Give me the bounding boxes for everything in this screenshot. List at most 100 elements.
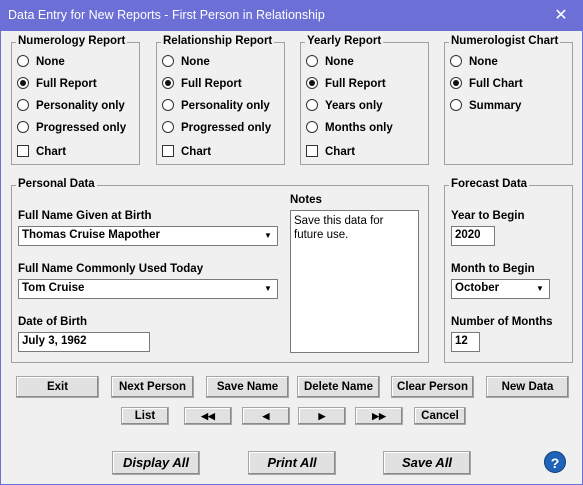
relationship-full-report-radio[interactable]: Full Report: [162, 76, 242, 92]
month-to-begin-combobox[interactable]: October ▼: [451, 279, 550, 299]
common-name-label: Full Name Commonly Used Today: [18, 263, 204, 275]
yearly-chart-checkbox[interactable]: Chart: [306, 144, 355, 160]
radio-icon: [17, 99, 29, 111]
forecast-data-title: Forecast Data: [449, 178, 530, 190]
option-label: Chart: [36, 146, 67, 158]
relationship-personality-radio[interactable]: Personality only: [162, 98, 270, 114]
next-person-button[interactable]: Next Person: [111, 376, 194, 398]
relationship-chart-checkbox[interactable]: Chart: [162, 144, 211, 160]
last-record-button[interactable]: ▶▶: [355, 407, 403, 425]
radio-icon: [450, 99, 462, 111]
month-to-begin-label: Month to Begin: [451, 263, 535, 275]
numerology-chart-checkbox[interactable]: Chart: [17, 144, 66, 160]
save-name-button[interactable]: Save Name: [206, 376, 289, 398]
radio-checked-icon: [162, 77, 174, 89]
yearly-report-title: Yearly Report: [305, 35, 384, 47]
radio-checked-icon: [306, 77, 318, 89]
option-label: Chart: [325, 146, 356, 158]
notes-label: Notes: [290, 194, 322, 206]
option-label: Progressed only: [36, 122, 127, 134]
dob-value: July 3, 1962: [22, 335, 87, 347]
numerologist-chart-title: Numerologist Chart: [449, 35, 561, 47]
next-record-button[interactable]: ▶: [298, 407, 346, 425]
common-name-combobox[interactable]: Tom Cruise ▼: [18, 279, 278, 299]
dob-label: Date of Birth: [18, 316, 87, 328]
save-all-button[interactable]: Save All: [383, 451, 471, 475]
numerology-report-group: Numerology Report None Full Report Perso…: [11, 35, 140, 165]
birth-name-combobox[interactable]: Thomas Cruise Mapother ▼: [18, 226, 278, 246]
chevron-down-icon[interactable]: ▼: [260, 228, 276, 244]
option-label: None: [469, 56, 498, 68]
option-label: Full Report: [325, 78, 386, 90]
numerology-full-report-radio[interactable]: Full Report: [17, 76, 97, 92]
chevron-down-icon[interactable]: ▼: [532, 281, 548, 297]
display-all-button[interactable]: Display All: [112, 451, 200, 475]
numerology-progressed-radio[interactable]: Progressed only: [17, 120, 126, 136]
number-of-months-label: Number of Months: [451, 316, 553, 328]
checkbox-icon: [17, 145, 29, 157]
notes-value: Save this data for future use.: [294, 215, 384, 241]
previous-record-button[interactable]: ◀: [242, 407, 290, 425]
numerology-none-radio[interactable]: None: [17, 54, 65, 70]
option-label: Full Report: [181, 78, 242, 90]
numerologist-chart-group: Numerologist Chart None Full Chart Summa…: [444, 35, 573, 165]
yearly-report-group: Yearly Report None Full Report Years onl…: [300, 35, 429, 165]
yearly-full-report-radio[interactable]: Full Report: [306, 76, 386, 92]
relationship-report-title: Relationship Report: [161, 35, 275, 47]
help-icon[interactable]: ?: [544, 451, 566, 473]
dob-input[interactable]: July 3, 1962: [18, 332, 150, 352]
title-bar: Data Entry for New Reports - First Perso…: [1, 1, 582, 31]
close-icon[interactable]: ✕: [540, 1, 582, 31]
year-value: 2020: [455, 229, 481, 241]
option-label: Progressed only: [181, 122, 272, 134]
window-title: Data Entry for New Reports - First Perso…: [8, 8, 325, 22]
checkbox-icon: [162, 145, 174, 157]
personal-data-title: Personal Data: [16, 178, 97, 190]
yearly-months-only-radio[interactable]: Months only: [306, 120, 393, 136]
year-to-begin-input[interactable]: 2020: [451, 226, 495, 246]
birth-name-label: Full Name Given at Birth: [18, 210, 152, 222]
yearly-years-only-radio[interactable]: Years only: [306, 98, 383, 114]
chevron-down-icon[interactable]: ▼: [260, 281, 276, 297]
radio-icon: [17, 55, 29, 67]
option-label: Months only: [325, 122, 393, 134]
option-label: None: [36, 56, 65, 68]
list-button[interactable]: List: [121, 407, 169, 425]
new-data-button[interactable]: New Data: [486, 376, 569, 398]
radio-icon: [306, 99, 318, 111]
clear-person-button[interactable]: Clear Person: [391, 376, 474, 398]
radio-icon: [306, 55, 318, 67]
checkbox-icon: [306, 145, 318, 157]
option-label: None: [181, 56, 210, 68]
option-label: Personality only: [36, 100, 125, 112]
relationship-progressed-radio[interactable]: Progressed only: [162, 120, 271, 136]
numerology-report-title: Numerology Report: [16, 35, 128, 47]
option-label: Summary: [469, 100, 522, 112]
option-label: Personality only: [181, 100, 270, 112]
number-of-months-input[interactable]: 12: [451, 332, 480, 352]
chart-none-radio[interactable]: None: [450, 54, 498, 70]
first-record-button[interactable]: ◀◀: [184, 407, 232, 425]
option-label: None: [325, 56, 354, 68]
yearly-none-radio[interactable]: None: [306, 54, 354, 70]
radio-icon: [162, 121, 174, 133]
cancel-button[interactable]: Cancel: [414, 407, 466, 425]
delete-name-button[interactable]: Delete Name: [297, 376, 380, 398]
relationship-none-radio[interactable]: None: [162, 54, 210, 70]
exit-button[interactable]: Exit: [16, 376, 99, 398]
notes-textarea[interactable]: Save this data for future use.: [290, 210, 419, 353]
radio-icon: [162, 55, 174, 67]
print-all-button[interactable]: Print All: [248, 451, 336, 475]
numerology-personality-radio[interactable]: Personality only: [17, 98, 125, 114]
chart-summary-radio[interactable]: Summary: [450, 98, 521, 114]
chart-full-chart-radio[interactable]: Full Chart: [450, 76, 523, 92]
option-label: Years only: [325, 100, 383, 112]
birth-name-value: Thomas Cruise Mapother: [22, 229, 161, 241]
months-value: 12: [455, 335, 468, 347]
radio-checked-icon: [17, 77, 29, 89]
radio-icon: [450, 55, 462, 67]
common-name-value: Tom Cruise: [22, 282, 85, 294]
option-label: Chart: [181, 146, 212, 158]
radio-icon: [162, 99, 174, 111]
radio-checked-icon: [450, 77, 462, 89]
